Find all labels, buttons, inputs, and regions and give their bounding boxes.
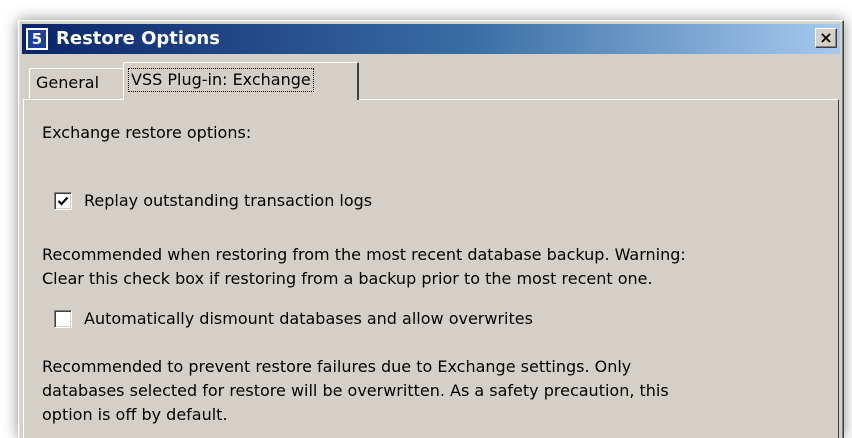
replay-logs-checkbox[interactable]: [54, 192, 72, 210]
replay-logs-label[interactable]: Replay outstanding transaction logs: [84, 188, 372, 213]
title-bar[interactable]: 5 Restore Options ×: [22, 24, 840, 54]
app-icon: 5: [25, 27, 49, 51]
replay-logs-description-line-2: Clear this check box if restoring from a…: [42, 269, 653, 288]
dismount-databases-label[interactable]: Automatically dismount databases and all…: [84, 306, 533, 331]
app-icon-glyph: 5: [28, 30, 46, 48]
close-button[interactable]: ×: [815, 28, 837, 48]
dismount-description-line-1: Recommended to prevent restore failures …: [42, 357, 632, 376]
replay-logs-description-line-1: Recommended when restoring from the most…: [42, 245, 686, 264]
section-label: Exchange restore options:: [42, 123, 252, 142]
dismount-description-line-2: databases selected for restore will be o…: [42, 381, 669, 400]
tab-panel-vss-plugin-exchange: Exchange restore options: Replay outstan…: [23, 99, 839, 438]
dismount-description-line-3: option is off by default.: [42, 405, 228, 424]
tab-vss-plugin-exchange[interactable]: VSS Plug-in: Exchange: [123, 62, 359, 100]
checkmark-icon: [57, 196, 69, 206]
tab-general[interactable]: General: [29, 68, 125, 100]
tab-vss-plugin-exchange-label: VSS Plug-in: Exchange: [128, 68, 314, 92]
window-title: Restore Options: [56, 28, 220, 49]
close-icon: ×: [819, 28, 833, 47]
tab-general-label: General: [36, 73, 100, 92]
restore-options-dialog: 5 Restore Options × General VSS Plug-in:…: [18, 20, 844, 438]
dismount-databases-checkbox[interactable]: [54, 310, 72, 328]
